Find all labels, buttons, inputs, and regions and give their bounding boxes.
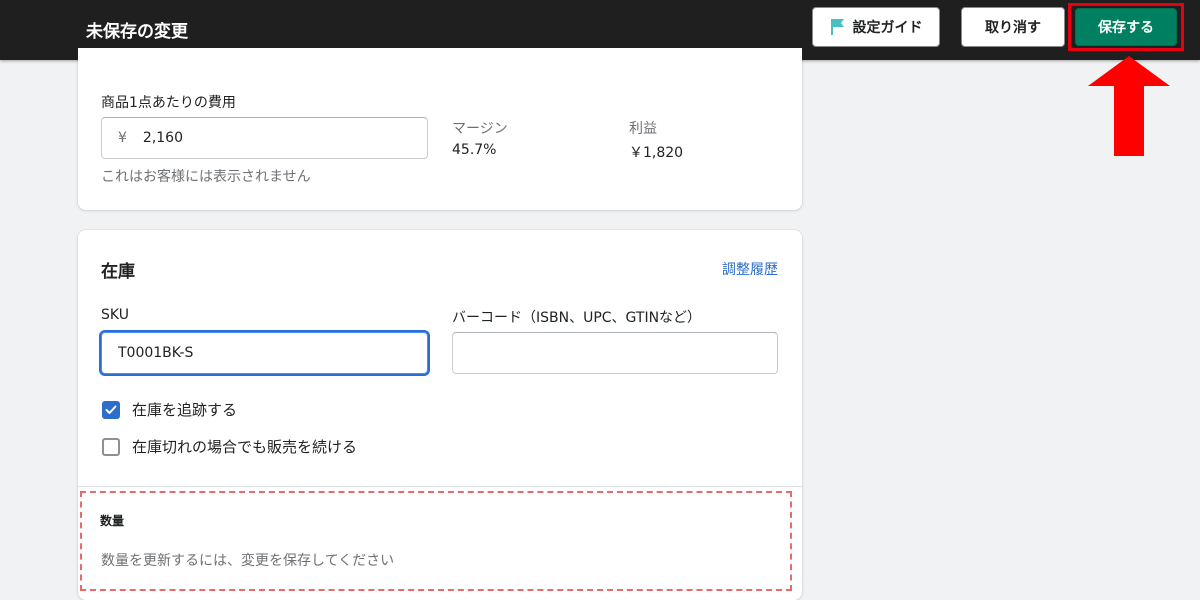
cost-help-text: これはお客様には表示されません [101, 169, 311, 185]
track-inventory-option[interactable]: 在庫を追跡する [102, 399, 237, 420]
quantity-title: 数量 [100, 514, 125, 528]
inventory-card: 在庫 調整履歴 SKU T0001BK-S バーコード（ISBN、UPC、GTI… [78, 230, 802, 600]
continue-selling-label: 在庫切れの場合でも販売を続ける [132, 438, 358, 456]
quantity-note: 数量を更新するには、変更を保存してください [101, 553, 395, 569]
cost-per-item-input[interactable]: ¥ 2,160 [101, 117, 428, 159]
setup-guide-label: 設定ガイド [852, 20, 923, 36]
pricing-card: 商品1点あたりの費用 ¥ 2,160 これはお客様には表示されません マージン … [78, 48, 802, 210]
sku-value: T0001BK-S [118, 345, 194, 361]
barcode-label: バーコード（ISBN、UPC、GTINなど） [452, 310, 702, 326]
continue-selling-option[interactable]: 在庫切れの場合でも販売を続ける [102, 436, 357, 457]
track-inventory-checkbox[interactable] [102, 400, 120, 419]
adjustment-history-link[interactable]: 調整履歴 [722, 259, 778, 279]
quantity-highlight-box [80, 491, 792, 591]
cost-value: 2,160 [142, 130, 184, 146]
flag-icon [830, 19, 844, 35]
page-title: 未保存の変更 [86, 22, 188, 42]
continue-selling-checkbox[interactable] [102, 437, 120, 456]
track-inventory-label: 在庫を追跡する [132, 401, 238, 419]
cancel-button[interactable]: 取り消す [961, 7, 1065, 47]
margin-label: マージン [452, 121, 508, 137]
setup-guide-button[interactable]: 設定ガイド [812, 7, 940, 47]
sku-input[interactable]: T0001BK-S [101, 332, 428, 374]
profit-label: 利益 [629, 121, 657, 137]
profit-value: ￥1,820 [629, 145, 684, 161]
inventory-title: 在庫 [101, 262, 135, 282]
currency-symbol: ¥ [118, 130, 127, 146]
cost-label: 商品1点あたりの費用 [101, 95, 236, 111]
margin-value: 45.7% [452, 142, 497, 158]
checkmark-icon [105, 405, 117, 414]
sku-label: SKU [101, 307, 129, 323]
section-divider [78, 486, 802, 487]
barcode-input[interactable] [452, 332, 778, 374]
save-button[interactable]: 保存する [1075, 8, 1177, 46]
up-arrow-icon [1088, 56, 1170, 156]
